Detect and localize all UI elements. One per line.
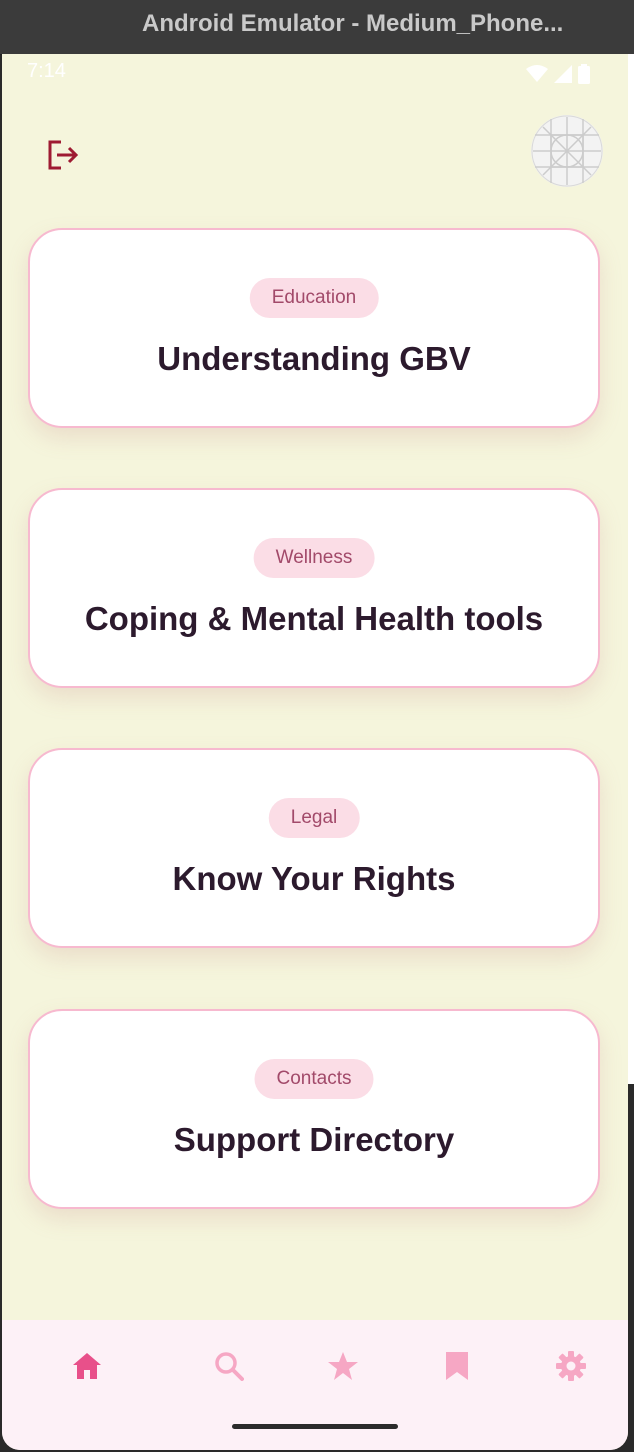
wifi-icon — [526, 65, 548, 82]
card-title: Coping & Mental Health tools — [84, 600, 544, 637]
card-title: Know Your Rights — [172, 860, 456, 897]
bookmark-icon — [446, 1352, 468, 1380]
nav-favorites[interactable] — [319, 1342, 367, 1390]
category-chip: Legal — [268, 798, 360, 838]
nav-bookmarks[interactable] — [433, 1342, 481, 1390]
star-icon — [328, 1352, 358, 1380]
home-icon — [73, 1353, 101, 1379]
settings-icon — [556, 1351, 586, 1381]
status-icons — [526, 64, 590, 84]
category-chip: Contacts — [254, 1059, 374, 1099]
nav-settings[interactable] — [547, 1342, 595, 1390]
signal-icon — [554, 65, 572, 83]
emulator-window: Android Emulator - Medium_Phone... 7:14 — [0, 0, 634, 1452]
card-title: Understanding GBV — [157, 340, 471, 377]
logout-icon — [48, 140, 79, 170]
avatar-placeholder-icon — [531, 115, 603, 187]
card-coping-mental-health[interactable]: Wellness Coping & Mental Health tools — [28, 488, 600, 688]
category-chip: Education — [249, 278, 379, 318]
nav-home[interactable] — [63, 1342, 111, 1390]
battery-icon — [578, 64, 590, 84]
status-time: 7:14 — [27, 60, 66, 82]
window-edge — [628, 54, 634, 1084]
search-icon — [215, 1352, 244, 1381]
card-title: Support Directory — [173, 1121, 455, 1158]
emulator-titlebar: Android Emulator - Medium_Phone... — [0, 0, 634, 55]
nav-search[interactable] — [205, 1342, 253, 1390]
avatar[interactable] — [531, 115, 603, 187]
gesture-bar[interactable] — [232, 1424, 398, 1429]
category-chip: Wellness — [253, 538, 375, 578]
bottom-navigation — [2, 1320, 628, 1450]
window-title: Android Emulator - Medium_Phone... — [142, 10, 564, 37]
status-bar: 7:14 — [2, 54, 628, 92]
card-understanding-gbv[interactable]: Education Understanding GBV — [28, 228, 600, 428]
card-know-your-rights[interactable]: Legal Know Your Rights — [28, 748, 600, 948]
logout-button[interactable] — [42, 134, 84, 176]
phone-screen: 7:14 Education Understanding GBV Wellnes… — [2, 54, 628, 1450]
card-support-directory[interactable]: Contacts Support Directory — [28, 1009, 600, 1209]
